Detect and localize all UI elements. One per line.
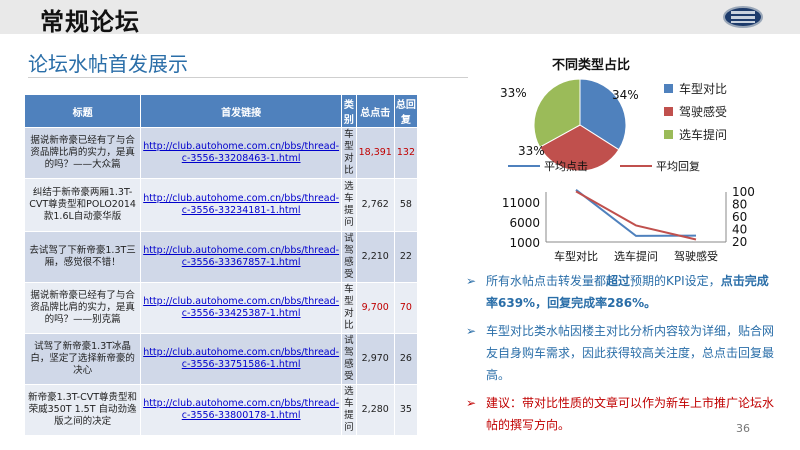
col-header-category: 类别 [341,94,357,128]
post-replies-cell: 58 [393,178,419,232]
pie-legend-item: 驾驶感受 [664,103,727,120]
table-row: 新帝豪1.3T-CVT尊贵型和荣威350T 1.5T 自动劲逸版之间的决定 htt… [23,384,419,436]
post-clicks-cell: 2,210 [355,231,395,283]
bullet-item: ➢ 所有水帖点击转发量都超过预期的KPI设定，点击完成率639%，回复完成率286… [466,270,776,314]
x-tick-label: 车型对比 [554,249,598,263]
post-clicks-cell: 9,700 [355,282,395,334]
y-left-tick-label: 6000 [509,216,540,230]
table-row: 去试驾了下新帝豪1.3T三厢，感觉很不错！ http://club.autohom… [23,231,419,283]
table-row: 试驾了新帝豪1.3T冰晶白，坚定了选择新帝豪的决心 http://club.aut… [23,333,419,385]
post-replies-cell: 22 [393,231,419,283]
post-replies-cell: 132 [393,127,419,179]
pie-data-label: 33% [500,86,527,100]
table-row: 据说新帝豪已经有了与合资品牌比肩的实力，是真的吗？——别克篇 http://clu… [23,282,419,334]
post-replies-cell: 35 [393,384,419,436]
bullet-text: 建议：带对比性质的文章可以作为新车上市推广论坛水帖的撰写方向。 [486,396,775,432]
legend-swatch [664,130,673,139]
post-clicks-cell: 2,970 [355,333,395,385]
line-chart: 平均点击 平均回复110006000100010080604020车型对比 选车提问… [502,160,755,263]
pie-legend-item: 选车提问 [664,126,727,143]
slide-title: 常规论坛 [40,8,140,36]
x-tick-label: 驾驶感受 [674,249,718,263]
post-title-cell: 据说新帝豪已经有了与合资品牌比肩的实力，是真的吗？——别克篇 [23,282,142,334]
post-replies-cell: 70 [393,282,419,334]
series-line-avg-replies [575,190,697,241]
legend-label: 车型对比 [679,82,728,96]
post-clicks-cell: 18,391 [355,127,395,179]
post-title-cell: 去试驾了下新帝豪1.3T三厢，感觉很不错！ [23,231,142,283]
col-header-title: 标题 [23,94,142,128]
bullet-item: ➢ 车型对比类水帖因楼主对比分析内容较为详细，贴合网友自身购车需求，因此获得较高关… [466,320,776,386]
bullet-item: ➢ 建议：带对比性质的文章可以作为新车上市推广论坛水帖的撰写方向。 [466,392,776,436]
legend-swatch [664,84,673,93]
post-category-cell: 试驾感受 [341,231,357,283]
post-title-cell: 新帝豪1.3T-CVT尊贵型和荣威350T 1.5T 自动劲逸版之间的决定 [23,384,142,436]
post-clicks-cell: 2,280 [355,384,395,436]
post-category-cell: 车型对比 [341,127,357,179]
summary-bullets: ➢ 所有水帖点击转发量都超过预期的KPI设定，点击完成率639%，回复完成率286… [466,270,776,436]
y-left-tick-label: 11000 [502,196,540,210]
post-category-cell: 选车提问 [341,384,357,436]
legend-swatch [664,107,673,116]
post-category-cell: 试驾感受 [341,333,357,385]
bullet-arrow-icon: ➢ [466,396,477,410]
section-subtitle: 论坛水帖首发展示 [28,52,188,76]
table-header-row: 标题 首发链接 类别 总点击 总回复 [23,94,419,128]
col-header-replies: 总回复 [393,94,419,128]
legend-label: 驾驶感受 [679,105,728,119]
series-line-avg-clicks [575,189,697,237]
post-link[interactable]: http://club.autohome.com.cn/bbs/thread-c… [140,231,343,283]
legend-label: 平均点击 [544,160,588,173]
bullet-arrow-icon: ➢ [466,324,477,338]
pie-data-label: 34% [612,88,639,102]
page-number: 36 [736,422,750,435]
bullet-text: 超过 [606,274,631,288]
y-right-tick-label: 20 [732,235,747,249]
table-row: 据说新帝豪已经有了与合资品牌比肩的实力，是真的吗？——大众篇 http://clu… [23,127,419,179]
y-left-tick-label: 1000 [509,236,540,250]
bullet-arrow-icon: ➢ [466,274,477,288]
post-title-cell: 试驾了新帝豪1.3T冰晶白，坚定了选择新帝豪的决心 [23,333,142,385]
posts-table: 标题 首发链接 类别 总点击 总回复 据说新帝豪已经有了与合资品牌比肩的实力，是… [23,94,419,436]
post-replies-cell: 26 [393,333,419,385]
post-title-cell: 纠结于新帝豪两厢1.3T-CVT尊贵型和POLO2014款1.6L自动豪华版 [23,178,142,232]
brand-logo-icon [723,6,763,28]
bullet-text: 所有水帖点击转发量都 [486,274,607,288]
post-link[interactable]: http://club.autohome.com.cn/bbs/thread-c… [140,178,343,232]
legend-label: 平均回复 [656,160,700,173]
post-link[interactable]: http://club.autohome.com.cn/bbs/thread-c… [140,333,343,385]
post-link[interactable]: http://club.autohome.com.cn/bbs/thread-c… [140,282,343,334]
table-row: 纠结于新帝豪两厢1.3T-CVT尊贵型和POLO2014款1.6L自动豪华版 ht… [23,178,419,232]
col-header-link: 首发链接 [140,94,343,128]
post-title-cell: 据说新帝豪已经有了与合资品牌比肩的实力，是真的吗？——大众篇 [23,127,142,179]
pie-data-label: 33% [518,144,545,158]
x-tick-label: 选车提问 [614,249,658,263]
col-header-clicks: 总点击 [355,94,395,128]
post-category-cell: 车型对比 [341,282,357,334]
post-link[interactable]: http://club.autohome.com.cn/bbs/thread-c… [140,384,343,436]
legend-label: 选车提问 [679,128,728,142]
pie-legend-item: 车型对比 [664,80,727,97]
bullet-text: 预期的KPI设定， [630,274,721,288]
post-category-cell: 选车提问 [341,178,357,232]
post-clicks-cell: 2,762 [355,178,395,232]
subtitle-divider [28,77,468,78]
bullet-text: 车型对比类水帖因楼主对比分析内容较为详细，贴合网友自身购车需求，因此获得较高关注… [486,324,775,382]
post-link[interactable]: http://club.autohome.com.cn/bbs/thread-c… [140,127,343,179]
